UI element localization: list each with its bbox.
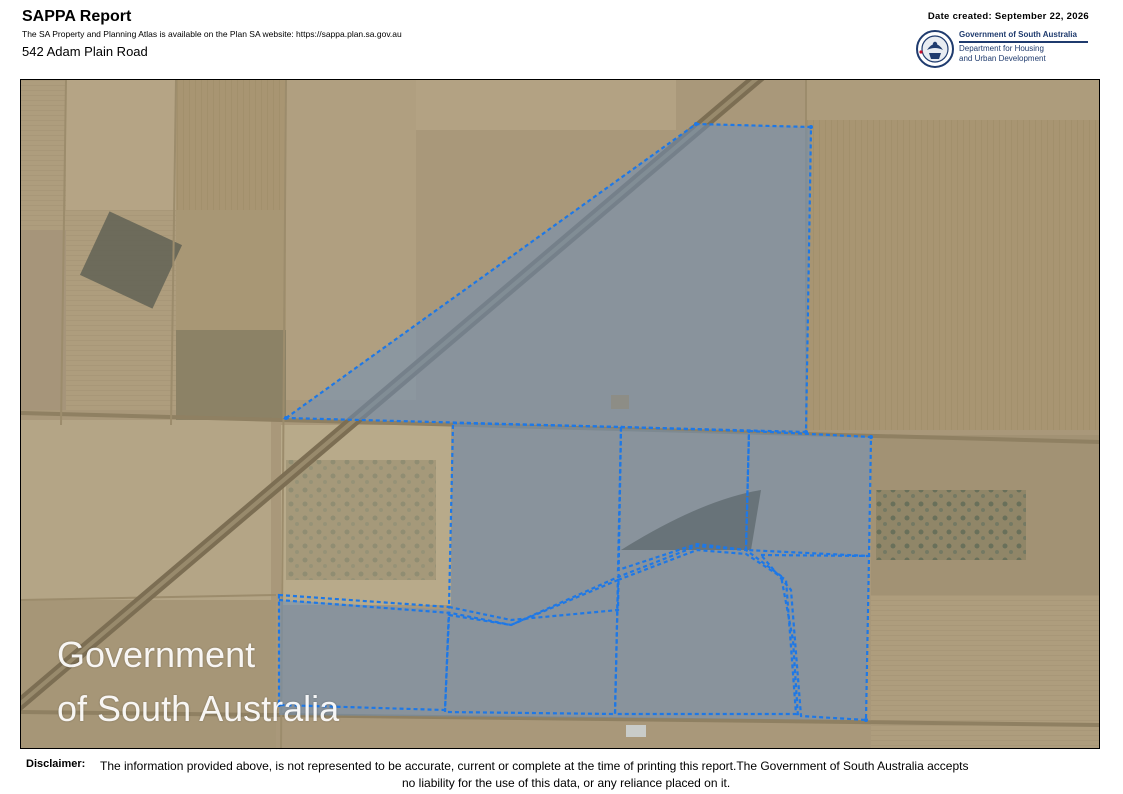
aerial-map[interactable]: Government of South Australia <box>20 79 1100 749</box>
logo-gov-text: Government of South Australia <box>959 30 1077 39</box>
report-subtitle: The SA Property and Planning Atlas is av… <box>22 29 402 39</box>
government-logo: Government of South Australia Department… <box>916 30 1091 70</box>
disclaimer-label: Disclaimer: <box>26 758 86 770</box>
disclaimer-line1: The information provided above, is not r… <box>100 759 969 773</box>
logo-dept-line1: Department for Housing <box>959 44 1044 53</box>
date-created: Date created: September 22, 2026 <box>927 11 1089 22</box>
report-title: SAPPA Report <box>22 8 132 25</box>
disclaimer-line2: no liability for the use of this data, o… <box>402 776 731 790</box>
property-address: 542 Adam Plain Road <box>22 44 148 59</box>
map-watermark-line1: Government <box>57 634 256 675</box>
logo-dept-line2: and Urban Development <box>959 54 1046 63</box>
disclaimer-text: The information provided above, is not r… <box>100 758 1090 792</box>
logo-rule <box>959 41 1088 43</box>
map-watermark-line2: of South Australia <box>57 688 340 729</box>
government-crest-icon <box>916 30 954 68</box>
